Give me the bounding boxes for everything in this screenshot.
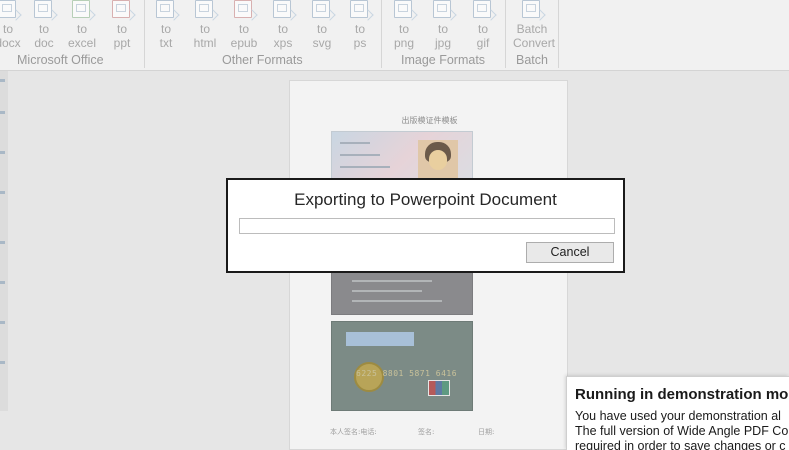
to-docx-button[interactable]: to docx xyxy=(0,0,26,54)
demo-popup-line: You have used your demonstration al xyxy=(575,409,781,423)
txt-file-icon xyxy=(154,0,180,21)
to-epub-button[interactable]: to epub xyxy=(226,0,262,54)
ribbon-toolbar: to docx to doc to excel to ppt Microsoft… xyxy=(0,0,789,71)
to-html-button[interactable]: to html xyxy=(187,0,223,54)
excel-file-icon xyxy=(70,0,96,21)
svg-file-icon xyxy=(310,0,336,21)
jpg-file-icon xyxy=(431,0,457,21)
to-jpg-button[interactable]: to jpg xyxy=(425,0,461,54)
demonstration-mode-popup[interactable]: Running in demonstration mo You have use… xyxy=(566,376,789,450)
group-label-image-formats: Image Formats xyxy=(401,53,486,67)
ribbon-divider xyxy=(505,0,506,68)
footer-signature-label: 本人签名:电话: xyxy=(330,428,377,436)
bank-card-image: 6225 8801 5871 6416 xyxy=(331,321,473,411)
demo-popup-line: required in order to save changes or c xyxy=(575,439,786,450)
docx-file-icon xyxy=(0,0,22,21)
html-file-icon xyxy=(193,0,219,21)
to-png-button[interactable]: to png xyxy=(386,0,422,54)
export-progress-dialog: Exporting to Powerpoint Document Cancel xyxy=(226,178,625,273)
demo-popup-title: Running in demonstration mo xyxy=(575,386,789,403)
to-doc-button[interactable]: to doc xyxy=(26,0,62,54)
ribbon-divider xyxy=(381,0,382,68)
strip-marker xyxy=(0,79,5,82)
strip-marker xyxy=(0,191,5,194)
demo-popup-line: The full version of Wide Angle PDF Co xyxy=(575,424,789,438)
png-file-icon xyxy=(392,0,418,21)
group-label-microsoft-office: Microsoft Office xyxy=(17,53,104,67)
export-progress-bar xyxy=(239,218,615,234)
group-label-other-formats: Other Formats xyxy=(222,53,303,67)
gif-file-icon xyxy=(471,0,497,21)
to-excel-button[interactable]: to excel xyxy=(64,0,100,54)
to-ps-button[interactable]: to ps xyxy=(342,0,378,54)
batch-convert-icon xyxy=(520,0,546,21)
cancel-button[interactable]: Cancel xyxy=(526,242,614,263)
ribbon-divider xyxy=(558,0,559,68)
doc-file-icon xyxy=(32,0,58,21)
to-gif-button[interactable]: to gif xyxy=(465,0,501,54)
to-svg-button[interactable]: to svg xyxy=(304,0,340,54)
strip-marker xyxy=(0,281,5,284)
ribbon-divider xyxy=(144,0,145,68)
to-ppt-button[interactable]: to ppt xyxy=(104,0,140,54)
document-title: 出版模证件模板 xyxy=(401,116,458,125)
to-txt-button[interactable]: to txt xyxy=(148,0,184,54)
footer-date-label: 日期: xyxy=(478,428,495,436)
unionpay-logo-icon xyxy=(428,380,450,396)
strip-marker xyxy=(0,151,5,154)
strip-marker xyxy=(0,321,5,324)
ps-file-icon xyxy=(348,0,374,21)
xps-file-icon xyxy=(271,0,297,21)
epub-file-icon xyxy=(232,0,258,21)
to-xps-button[interactable]: to xps xyxy=(265,0,301,54)
ppt-file-icon xyxy=(110,0,136,21)
batch-convert-button[interactable]: Batch Convert xyxy=(513,0,555,54)
card-label-stripe xyxy=(346,332,414,346)
group-label-batch: Batch xyxy=(516,53,548,67)
strip-marker xyxy=(0,361,5,364)
dialog-title: Exporting to Powerpoint Document xyxy=(294,190,557,209)
strip-marker xyxy=(0,241,5,244)
left-thumbnail-strip[interactable] xyxy=(0,71,8,411)
document-footer: 本人签名:电话: 签名: 日期: xyxy=(290,427,569,439)
footer-sign-label: 签名: xyxy=(418,428,435,436)
bank-card-number: 6225 8801 5871 6416 xyxy=(356,369,458,378)
strip-marker xyxy=(0,111,5,114)
